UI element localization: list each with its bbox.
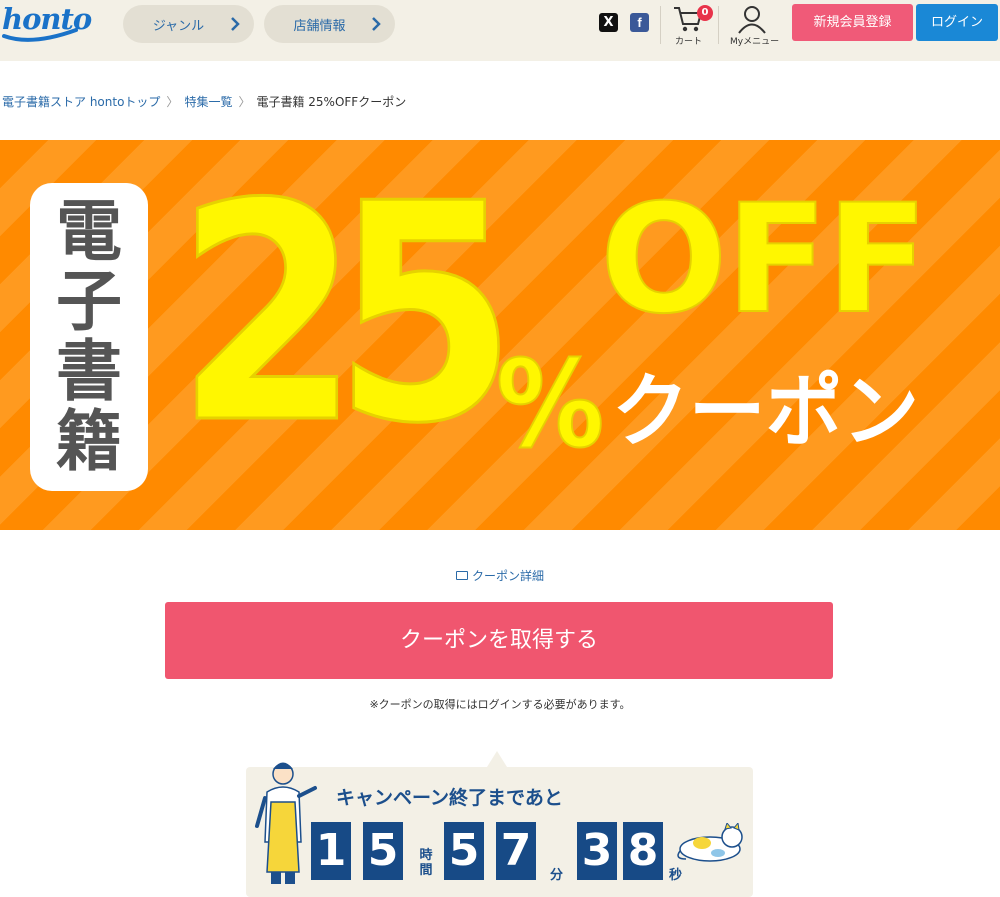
countdown-title: キャンペーン終了まであと: [336, 787, 563, 809]
ebook-vertical-text: 電 子 書 籍: [56, 193, 122, 480]
card-icon: [455, 571, 468, 580]
chevron-right-icon: [372, 17, 381, 31]
divider: [718, 6, 719, 44]
seconds-digit: 3: [577, 822, 617, 880]
seconds-unit: 秒: [669, 868, 683, 883]
discount-number: 25: [175, 140, 519, 489]
breadcrumb: 電子書籍ストア hontoトップ 〉 特集一覧 〉 電子書籍 25%OFFクーポ…: [2, 93, 406, 110]
login-button[interactable]: ログイン: [916, 4, 998, 41]
get-coupon-button[interactable]: クーポンを取得する: [165, 602, 833, 679]
off-text: OFF: [599, 173, 929, 347]
user-icon: [738, 6, 766, 34]
hours-digit: 5: [363, 822, 403, 880]
divider: [660, 6, 661, 44]
coupon-text: クーポン: [612, 365, 920, 458]
seconds-digit: 8: [623, 822, 663, 880]
countdown-notch: [487, 751, 507, 767]
breadcrumb-link-features[interactable]: 特集一覧: [184, 93, 232, 110]
site-header: honto ジャンル 店舗情報 X f 0 カート Myメニュー 新規会員登録 …: [0, 0, 1000, 61]
breadcrumb-current: 電子書籍 25%OFFクーポン: [256, 95, 407, 109]
cart-caption: カート: [675, 37, 703, 47]
minutes-digit: 5: [444, 822, 484, 880]
login-note: ※クーポンの取得にはログインする必要があります。: [369, 698, 631, 711]
hours-digit: 1: [311, 822, 351, 880]
my-menu-caption: Myメニュー: [730, 37, 780, 47]
coupon-detail-label: クーポン詳細: [471, 569, 544, 583]
logo-swoosh-icon: [2, 28, 78, 42]
minutes-digit: 7: [496, 822, 536, 880]
breadcrumb-separator: 〉: [166, 95, 179, 109]
campaign-banner: 電 子 書 籍 25 % OFF クーポン: [0, 140, 1000, 530]
breadcrumb-separator: 〉: [238, 95, 251, 109]
chevron-right-icon: [231, 17, 240, 31]
coupon-detail-link[interactable]: クーポン詳細: [0, 567, 1000, 584]
minutes-unit: 分: [550, 868, 564, 883]
sleeping-cat-icon: [677, 823, 743, 862]
my-menu-button[interactable]: Myメニュー: [728, 2, 780, 48]
cart-count-badge: 0: [697, 5, 713, 21]
ebook-label-box: 電 子 書 籍: [30, 183, 148, 491]
honto-logo[interactable]: honto: [2, 2, 92, 46]
register-button[interactable]: 新規会員登録: [792, 4, 913, 41]
breadcrumb-link-top[interactable]: 電子書籍ストア hontoトップ: [2, 93, 160, 110]
cart-button[interactable]: 0 カート: [671, 3, 715, 47]
hours-unit: 時間: [419, 848, 433, 878]
nav-genre[interactable]: ジャンル: [123, 5, 254, 43]
facebook-share-icon[interactable]: f: [630, 13, 649, 32]
percent-sign: %: [495, 336, 605, 475]
nav-store-info[interactable]: 店舗情報: [264, 5, 395, 43]
x-share-icon[interactable]: X: [599, 13, 618, 32]
